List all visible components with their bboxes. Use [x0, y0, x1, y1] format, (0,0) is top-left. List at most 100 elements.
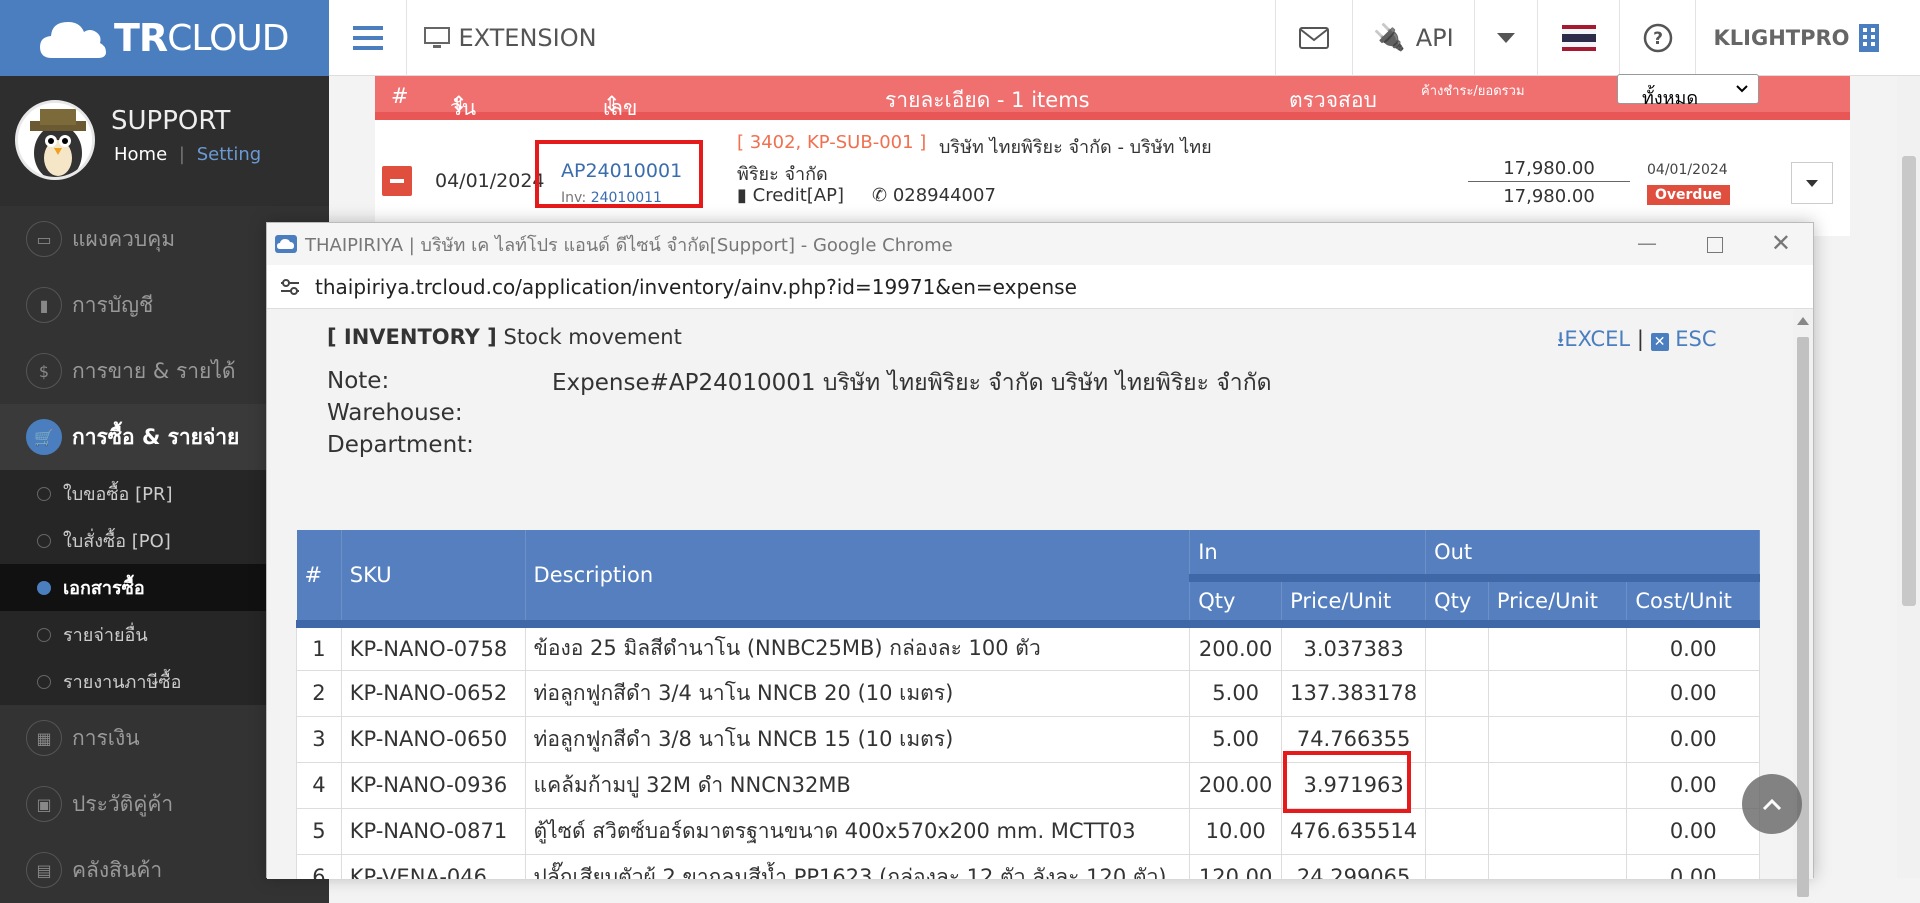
heading-text: Stock movement	[503, 325, 682, 349]
url-text: thaipiriya.trcloud.co/application/invent…	[315, 274, 1077, 299]
api-button[interactable]: 🔌 API	[1352, 0, 1474, 76]
row-in-qty: 5.00	[1189, 669, 1283, 717]
row-num: 3	[296, 715, 342, 763]
inv-prefix: Inv:	[561, 190, 587, 206]
header-underline	[375, 112, 1850, 120]
address-bar[interactable]: thaipiriya.trcloud.co/application/invent…	[267, 265, 1813, 309]
row-num: 6	[296, 853, 342, 879]
status-filter-value: ทั้งหมด	[1642, 88, 1699, 109]
avatar[interactable]	[15, 100, 95, 180]
close-button[interactable]: ✕	[1771, 229, 1791, 257]
book-icon: ▮	[737, 185, 747, 206]
window-titlebar: THAIPIRIYA | บริษัท เค ไลท์โปร แอนด์ ดีไ…	[267, 223, 1813, 265]
submenu-label: รายจ่ายอื่น	[63, 625, 148, 646]
inv-number[interactable]: 24010011	[591, 190, 662, 206]
due-date: 04/01/2024	[1647, 162, 1728, 178]
supplier-code[interactable]: [ 3402, KP-SUB-001 ]	[737, 132, 926, 153]
dropdown-button[interactable]	[1474, 0, 1537, 76]
row-out-qty	[1425, 715, 1489, 763]
row-in-price: 476.635514	[1281, 807, 1427, 855]
trcloud-logo[interactable]: TR CLOUD	[0, 0, 329, 76]
mail-button[interactable]	[1275, 0, 1352, 76]
svg-text:?: ?	[1653, 29, 1663, 49]
profile-name: SUPPORT	[111, 106, 231, 136]
price-highlight-box	[1283, 751, 1411, 813]
logo-cloud-text: CLOUD	[167, 17, 289, 59]
submenu-label: เอกสารซื้อ	[63, 578, 145, 599]
sidebar-item-label: การขาย & รายได้	[72, 358, 236, 383]
submenu-label: รายงานภาษีซื้อ	[63, 672, 182, 693]
caret-down-icon	[1497, 33, 1515, 43]
caret-down-icon	[1806, 179, 1818, 187]
row-sku: KP-NANO-0652	[340, 669, 526, 717]
row-action-button[interactable]	[1791, 162, 1833, 204]
cloud-icon	[40, 22, 106, 58]
excel-button[interactable]: ⭳EXCEL	[1557, 327, 1630, 351]
user-name: KLIGHTPRO	[1713, 26, 1850, 50]
row-out-price	[1487, 715, 1628, 763]
row-in-price: 24.299065	[1281, 853, 1427, 879]
site-settings-icon	[281, 278, 299, 295]
row-in-qty: 200.00	[1189, 761, 1283, 809]
thailand-flag-icon	[1561, 25, 1596, 51]
note-label: Note:	[327, 368, 390, 394]
cart-icon: 🛒	[26, 419, 62, 455]
book-icon: ▮	[26, 287, 62, 323]
amount-total: 17,980.00	[1503, 186, 1595, 207]
esc-button[interactable]: ✕ ESC	[1650, 327, 1717, 351]
profile-links: Home | Setting	[114, 144, 262, 165]
monitor-icon	[424, 27, 451, 48]
th-out-qty: Qty	[1425, 578, 1489, 628]
penguin-avatar-icon	[18, 103, 92, 177]
bullet-icon	[37, 627, 51, 642]
row-in-qty: 10.00	[1189, 807, 1283, 855]
row-out-price	[1487, 853, 1628, 879]
sort-icon: ⇕	[603, 92, 621, 116]
id-card-icon: ▣	[26, 786, 62, 822]
status-filter-select[interactable]: ทั้งหมด	[1617, 74, 1759, 109]
phone-number: 028944007	[892, 185, 996, 206]
row-out-price	[1487, 669, 1628, 717]
row-sku: KP-NANO-0871	[340, 807, 526, 855]
user-menu-button[interactable]: KLIGHTPRO	[1695, 0, 1897, 76]
row-sku: KP-VENA-046	[340, 853, 526, 879]
row-description: ตู้ไซด์ สวิตซ์บอร์ดมาตรฐานขนาด 400x570x2…	[524, 807, 1191, 855]
bullet-icon	[37, 486, 51, 501]
setting-link[interactable]: Setting	[197, 144, 261, 165]
popup-content: [ INVENTORY ] Stock movement ⭳EXCEL | ✕ …	[267, 309, 1795, 879]
hamburger-menu-button[interactable]	[329, 0, 406, 76]
row-description: ท่อลูกฟูกสีดำ 3/8 นาโน NNCB 15 (10 เมตร)	[524, 715, 1191, 763]
plug-icon: 🔌	[1373, 23, 1406, 53]
sidebar-item-label: การบัญชี	[72, 292, 154, 317]
heading-tag: [ INVENTORY ]	[327, 325, 497, 349]
row-in-price: 137.383178	[1281, 669, 1427, 717]
maximize-button[interactable]	[1707, 237, 1723, 253]
doc-no-link[interactable]: AP24010001	[561, 160, 682, 182]
help-button[interactable]: ?	[1619, 0, 1695, 76]
extension-button[interactable]: EXTENSION	[406, 0, 614, 76]
close-square-icon: ✕	[1650, 333, 1669, 351]
row-out-qty	[1425, 669, 1489, 717]
api-label: API	[1415, 24, 1454, 52]
th-out-price: Price/Unit	[1488, 578, 1628, 628]
question-circle-icon: ?	[1643, 23, 1672, 53]
esc-label: ESC	[1675, 327, 1717, 351]
scroll-to-top-button[interactable]	[1742, 774, 1802, 834]
page-scrollbar[interactable]	[1897, 76, 1920, 878]
profile-panel: SUPPORT Home | Setting	[0, 76, 329, 180]
col-balance: ค้างชำระ/ยอดรวม	[1421, 84, 1525, 99]
minimize-button[interactable]: —	[1637, 231, 1657, 255]
row-out-price	[1487, 807, 1628, 855]
row-description: ข้องอ 25 มิลสีดำนาโน (NNBC25MB) กล่องละ …	[524, 623, 1191, 671]
sidebar-item-label: แผงควบคุม	[72, 226, 176, 251]
page-scrollbar-thumb[interactable]	[1902, 156, 1916, 606]
credit-info: ▮ Credit[AP]	[737, 185, 844, 206]
row-cost: 0.00	[1626, 761, 1760, 809]
row-num: 4	[296, 761, 342, 809]
collapse-button[interactable]	[382, 166, 412, 196]
table-row: 4 KP-NANO-0936 แคล้มก้ามปู 32M ดำ NNCN32MB…	[296, 761, 1760, 809]
row-in-qty: 120.00	[1189, 853, 1283, 879]
language-flag-button[interactable]	[1537, 0, 1619, 76]
excel-label: EXCEL	[1564, 327, 1631, 351]
home-link[interactable]: Home	[114, 144, 167, 165]
